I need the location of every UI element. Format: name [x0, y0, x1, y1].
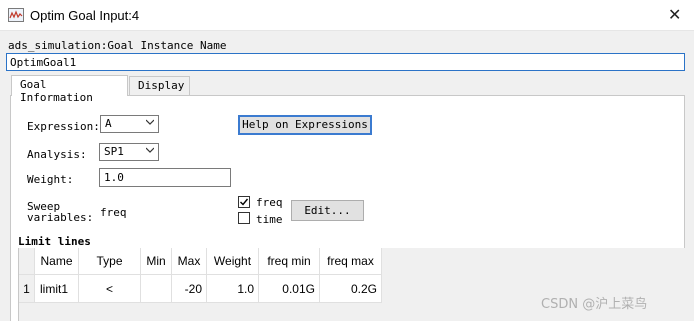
chevron-down-icon	[146, 147, 154, 153]
edit-button[interactable]: Edit...	[291, 200, 364, 221]
column-header[interactable]: freq max	[320, 248, 382, 275]
freq-checkbox[interactable]	[238, 196, 250, 208]
analysis-select[interactable]: SP1	[99, 143, 159, 161]
title-bar: Optim Goal Input:4 ✕	[0, 0, 694, 31]
column-header[interactable]: Name	[35, 248, 79, 275]
table-cell[interactable]: limit1	[35, 275, 79, 303]
chevron-down-icon	[146, 119, 154, 125]
help-on-expressions-button[interactable]: Help on Expressions	[238, 115, 372, 135]
analysis-label: Analysis:	[27, 148, 87, 161]
row-index[interactable]: 1	[19, 275, 35, 303]
table-cell[interactable]: -20	[172, 275, 207, 303]
table-cell[interactable]: 0.01G	[259, 275, 320, 303]
expression-select[interactable]: A	[100, 115, 159, 133]
close-icon[interactable]: ✕	[668, 5, 681, 24]
instance-name-label: ads_simulation:Goal Instance Name	[8, 39, 227, 52]
time-checkbox[interactable]	[238, 212, 250, 224]
table-corner	[19, 248, 35, 275]
sweep-label-line2: variables:	[27, 211, 94, 224]
table-cell[interactable]: <	[79, 275, 141, 303]
watermark: CSDN @沪上菜鸟	[541, 297, 648, 312]
expression-value: A	[105, 117, 112, 130]
table-cell[interactable]: 0.2G	[320, 275, 382, 303]
freq-checkbox-label: freq	[256, 196, 283, 209]
column-header[interactable]: Type	[79, 248, 141, 275]
tab-display[interactable]: Display	[129, 76, 190, 95]
weight-input[interactable]: 1.0	[99, 168, 231, 187]
limit-lines-title: Limit lines	[18, 235, 91, 248]
tab-goal-information[interactable]: Goal Information	[11, 75, 128, 104]
column-header[interactable]: Min	[141, 248, 172, 275]
weight-label: Weight:	[27, 173, 74, 186]
time-checkbox-label: time	[256, 213, 283, 226]
table-cell[interactable]	[141, 275, 172, 303]
table-cell[interactable]: 1.0	[207, 275, 259, 303]
column-header[interactable]: Weight	[207, 248, 259, 275]
sweep-variables-value: freq	[100, 206, 127, 219]
expression-label: Expression:	[27, 120, 100, 133]
checkmark-icon	[240, 198, 249, 206]
column-header[interactable]: Max	[172, 248, 207, 275]
column-header[interactable]: freq min	[259, 248, 320, 275]
window-title: Optim Goal Input:4	[30, 8, 140, 23]
analysis-value: SP1	[104, 145, 124, 158]
instance-name-input[interactable]: OptimGoal1	[6, 53, 685, 71]
app-icon	[8, 8, 24, 22]
